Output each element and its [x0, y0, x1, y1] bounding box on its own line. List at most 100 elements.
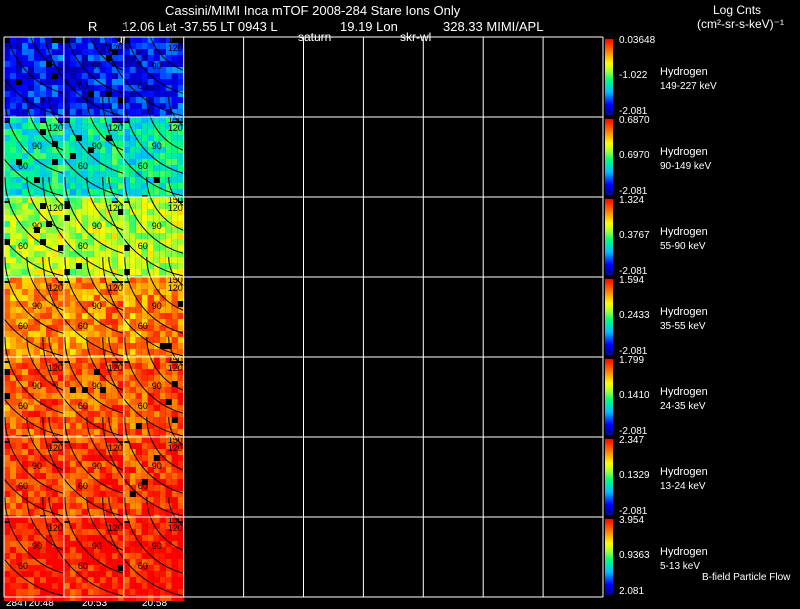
heatmap-cell: [4, 313, 10, 319]
heatmap-cell: [135, 577, 142, 583]
colorbar-max-label: 0.6870: [619, 115, 650, 126]
heatmap-cell: [58, 97, 64, 103]
heatmap-cell: [69, 189, 76, 195]
heatmap-cell: [75, 503, 82, 509]
heatmap-cell: [16, 363, 22, 369]
heatmap-cell: [87, 559, 94, 565]
heatmap-cell: [58, 257, 64, 263]
heatmap-cell: [81, 221, 88, 227]
heatmap-cell: [177, 215, 184, 221]
heatmap-cell: [141, 349, 148, 355]
heatmap-cell: [165, 227, 172, 233]
heatmap-cell: [22, 455, 28, 461]
heatmap-cell: [40, 523, 46, 529]
heatmap-cell: [16, 523, 22, 529]
colorbar: [605, 199, 613, 275]
heatmap-cell: [153, 73, 160, 79]
heatmap-cell: [10, 239, 16, 245]
heatmap-cell: [135, 369, 142, 375]
heatmap-cell: [22, 171, 28, 177]
heatmap-cell: [177, 479, 184, 485]
heatmap-cell: [123, 535, 130, 541]
heatmap-cell: [81, 357, 88, 363]
heatmap-cell: [40, 363, 46, 369]
heatmap-cell: [81, 443, 88, 449]
heatmap-cell: [171, 239, 178, 245]
heatmap-cell: [141, 509, 148, 515]
heatmap-cell: [165, 387, 172, 393]
heatmap-cell: [105, 559, 112, 565]
heatmap-cell: [177, 159, 184, 165]
heatmap-cell: [34, 197, 40, 203]
heatmap-cell: [22, 135, 28, 141]
heatmap-cell: [171, 343, 178, 349]
heatmap-cell: [135, 289, 142, 295]
heatmap-cell: [63, 325, 70, 331]
heatmap-cell: [177, 257, 184, 263]
contour-label: 60: [18, 561, 28, 571]
heatmap-cell: [123, 595, 130, 601]
heatmap-cell: [34, 491, 40, 497]
heatmap-cell: [52, 595, 58, 601]
heatmap-cell: [111, 233, 118, 239]
heatmap-cell: [34, 189, 40, 195]
heatmap-cell: [52, 423, 58, 429]
heatmap-cell: [141, 129, 148, 135]
heatmap-cell: [129, 393, 136, 399]
heatmap-cell: [159, 473, 166, 479]
heatmap-cell: [63, 369, 70, 375]
heatmap-cell: [165, 79, 172, 85]
heatmap-cell: [135, 393, 142, 399]
heatmap-cell: [34, 589, 40, 595]
heatmap-cell: [63, 535, 70, 541]
heatmap-cell: [123, 55, 130, 61]
heatmap-cell: [28, 251, 34, 257]
heatmap-cell: [153, 393, 160, 399]
heatmap-cell: [147, 245, 154, 251]
heatmap-cell: [81, 393, 88, 399]
heatmap-cell: [129, 153, 136, 159]
heatmap-cell: [159, 331, 166, 337]
heatmap-cell: [63, 583, 70, 589]
heatmap-cell: [171, 571, 178, 577]
heatmap-cell: [123, 375, 130, 381]
heatmap-cell: [16, 307, 22, 313]
heatmap-cell: [153, 97, 160, 103]
heatmap-cell: [81, 283, 88, 289]
heatmap-cell: [147, 399, 154, 405]
heatmap-cell: [105, 553, 112, 559]
heatmap-cell: [93, 197, 100, 203]
heatmap-cell: [171, 103, 178, 109]
heatmap-cell: [58, 295, 64, 301]
contour-label: 60: [78, 561, 88, 571]
heatmap-cell: [34, 37, 40, 43]
heatmap-cell: [135, 197, 142, 203]
heatmap-cell: [16, 553, 22, 559]
colorbar-max-label: 1.799: [619, 355, 645, 366]
heatmap-cell: [28, 559, 34, 565]
heatmap-cell: [46, 491, 52, 497]
heatmap-cell: [69, 349, 76, 355]
heatmap-cell: [135, 357, 142, 363]
heatmap-cell: [117, 349, 124, 355]
heatmap-cell: [63, 473, 70, 479]
heatmap-cell: [129, 73, 136, 79]
heatmap-cell: [117, 295, 124, 301]
heatmap-cell: [165, 331, 172, 337]
heatmap-cell: [105, 153, 112, 159]
heatmap-cell: [63, 553, 70, 559]
heatmap-cell: [81, 117, 88, 123]
heatmap-cell: [165, 159, 172, 165]
heatmap-cell: [117, 399, 124, 405]
heatmap-cell: [123, 171, 130, 177]
heatmap-cell: [177, 61, 184, 67]
heatmap-cell: [75, 523, 82, 529]
heatmap-cell: [10, 417, 16, 423]
heatmap-cell: [129, 79, 136, 85]
heatmap-cell: [159, 357, 166, 363]
heatmap-cell: [147, 79, 154, 85]
heatmap-cell: [16, 129, 22, 135]
heatmap-cell: [81, 189, 88, 195]
heatmap-cell: [153, 577, 160, 583]
heatmap-cell: [87, 565, 94, 571]
